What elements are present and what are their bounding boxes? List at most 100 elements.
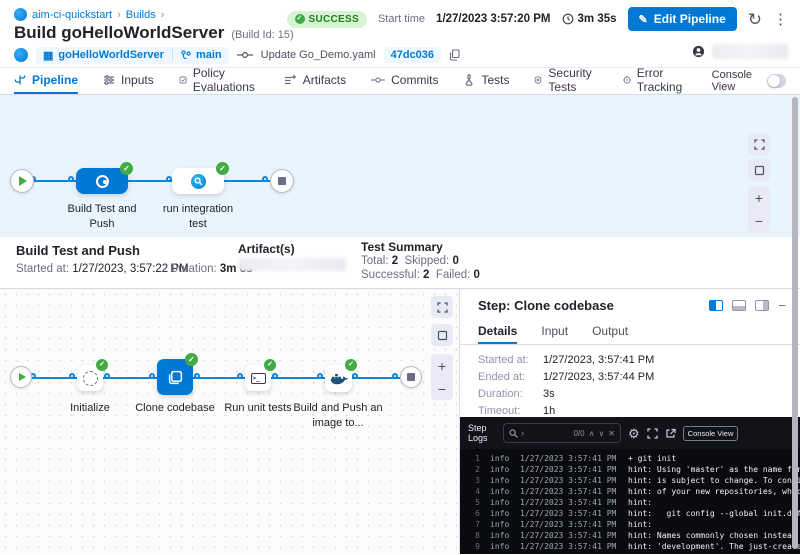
user-cluster xyxy=(692,44,788,59)
step-end-node xyxy=(400,366,422,388)
detail-row: Duration:3s xyxy=(478,388,782,400)
page-scrollbar[interactable] xyxy=(792,97,799,553)
log-external-link-icon[interactable] xyxy=(665,428,676,439)
stage-label[interactable]: run integration test xyxy=(153,202,243,232)
artifacts-icon xyxy=(284,74,297,86)
breadcrumb-builds[interactable]: Builds xyxy=(126,9,156,21)
artifacts-label: Artifact(s) xyxy=(238,242,295,256)
stage-node-run-integration-test[interactable]: ✓ xyxy=(172,168,224,194)
step-graph-canvas[interactable]: ✓ ✓ >_ ✓ ✓ Initialize Clone codebase Run… xyxy=(0,289,460,554)
play-icon xyxy=(19,373,26,381)
success-badge-icon: ✓ xyxy=(216,162,229,175)
tab-error-tracking[interactable]: Error Tracking xyxy=(623,68,687,94)
log-line: 4info1/27/2023 3:57:41 PMhint: of your n… xyxy=(460,486,800,497)
tab-inputs[interactable]: Inputs xyxy=(103,68,154,94)
copy-icon[interactable] xyxy=(449,49,460,61)
branch-icon xyxy=(181,50,191,61)
step-node-initialize[interactable]: ✓ xyxy=(77,365,103,391)
tab-input[interactable]: Input xyxy=(541,319,568,344)
tab-pipeline[interactable]: Pipeline xyxy=(14,68,78,94)
detail-row: Started at:1/27/2023, 3:57:41 PM xyxy=(478,354,782,366)
repo-row: ▦ goHelloWorldServer main Update Go_Demo… xyxy=(14,46,460,64)
title-row: Build goHelloWorldServer (Build Id: 15) xyxy=(14,23,294,43)
success-badge-icon: ✓ xyxy=(264,359,276,371)
step-node-build-and-push[interactable]: ✓ xyxy=(325,365,352,392)
pencil-icon: ✎ xyxy=(639,13,648,26)
log-search-box[interactable]: › 0/0 ∧ ∨ ✕ xyxy=(503,423,621,443)
minimize-panel-icon[interactable]: − xyxy=(778,299,786,312)
stop-icon xyxy=(407,373,415,381)
step-label[interactable]: Clone codebase xyxy=(130,401,220,416)
zoom-in-button[interactable]: + xyxy=(748,186,770,209)
zoom-out-button[interactable]: − xyxy=(431,377,453,400)
clock-icon xyxy=(562,13,574,25)
log-settings-gear-icon[interactable]: ⚙ xyxy=(628,427,640,440)
log-search-input[interactable] xyxy=(527,428,561,438)
breadcrumb-project[interactable]: aim-ci-quickstart xyxy=(32,9,112,21)
search-next-icon[interactable]: ∨ xyxy=(598,429,604,438)
pipeline-start-node xyxy=(10,169,34,193)
layout-right-icon[interactable] xyxy=(755,300,769,311)
status-badge: ✓ SUCCESS xyxy=(287,11,367,28)
search-match-count: 0/0 xyxy=(573,429,584,438)
target-icon xyxy=(623,74,631,86)
tab-commits[interactable]: Commits xyxy=(371,68,438,94)
success-badge-icon: ✓ xyxy=(185,353,198,366)
zoom-out-button[interactable]: − xyxy=(748,209,770,232)
step-detail-rows: Started at:1/27/2023, 3:57:41 PM Ended a… xyxy=(460,345,800,417)
stage-graph-canvas[interactable]: ✓ ✓ Build Test and Push run integration … xyxy=(0,95,800,237)
kebab-menu-icon[interactable]: ⋮ xyxy=(773,12,788,27)
tab-output[interactable]: Output xyxy=(592,319,628,344)
step-label[interactable]: Build and Push an image to... xyxy=(293,401,383,431)
log-fullscreen-icon[interactable] xyxy=(647,428,658,439)
console-view-button[interactable]: Console View xyxy=(683,426,739,441)
step-node-clone-codebase[interactable]: ✓ xyxy=(157,359,193,395)
check-icon: ✓ xyxy=(295,14,305,24)
chevron-right-icon: › xyxy=(117,9,121,21)
panel-layout-controls: − xyxy=(709,299,786,312)
detail-row: Ended at:1/27/2023, 3:57:44 PM xyxy=(478,371,782,383)
inputs-icon xyxy=(103,74,115,86)
layout-split-right-icon[interactable] xyxy=(709,300,723,311)
build-tabbar: Pipeline Inputs Policy Evaluations Artif… xyxy=(0,68,800,95)
layout-bottom-icon[interactable] xyxy=(732,300,746,311)
user-icon xyxy=(692,45,705,58)
tab-security-tests[interactable]: Security Tests xyxy=(534,68,597,94)
tab-artifacts[interactable]: Artifacts xyxy=(284,68,346,94)
edit-pipeline-button[interactable]: ✎ Edit Pipeline xyxy=(628,7,737,31)
tab-tests[interactable]: Tests xyxy=(463,68,509,94)
fit-to-view-icon[interactable] xyxy=(748,159,770,181)
breadcrumb: aim-ci-quickstart › Builds › xyxy=(14,8,164,21)
fit-to-view-icon[interactable] xyxy=(431,324,453,346)
console-view-toggle[interactable] xyxy=(767,74,786,88)
expand-canvas-icon[interactable] xyxy=(431,296,453,318)
user-email-redacted xyxy=(712,44,788,59)
pipeline-end-node xyxy=(270,169,294,193)
step-node-run-unit-tests[interactable]: >_ ✓ xyxy=(245,365,271,391)
search-close-icon[interactable]: ✕ xyxy=(608,429,615,438)
log-line: 8info1/27/2023 3:57:41 PMhint: Names com… xyxy=(460,530,800,541)
pipeline-icon xyxy=(14,74,26,86)
repo-branch-chip[interactable]: ▦ goHelloWorldServer main xyxy=(36,47,229,64)
detail-row: Timeout:1h xyxy=(478,405,782,417)
stage-label[interactable]: Build Test and Push xyxy=(57,202,147,232)
scrollbar-thumb[interactable] xyxy=(792,97,798,549)
initialize-icon xyxy=(83,371,98,386)
step-panel-tabs: Details Input Output xyxy=(460,319,800,345)
start-time-label: Start time xyxy=(378,13,425,25)
step-label[interactable]: Run unit tests xyxy=(213,401,303,416)
tab-details[interactable]: Details xyxy=(478,319,517,344)
test-summary-line1: Total: 2 Skipped: 0 xyxy=(361,255,459,267)
step-panel-title: Step: Clone codebase xyxy=(478,298,614,313)
test-summary-line2: Successful: 2 Failed: 0 xyxy=(361,269,480,281)
stage-node-build-test-and-push[interactable]: ✓ xyxy=(76,168,128,194)
tab-policy-evaluations[interactable]: Policy Evaluations xyxy=(179,68,259,94)
refresh-icon[interactable]: ↻ xyxy=(748,11,762,28)
page-title: Build goHelloWorldServer xyxy=(14,23,224,43)
zoom-in-button[interactable]: + xyxy=(431,354,453,377)
commits-icon xyxy=(371,76,385,84)
commit-sha[interactable]: 47dc036 xyxy=(384,47,441,63)
expand-canvas-icon[interactable] xyxy=(748,133,770,155)
search-prev-icon[interactable]: ∧ xyxy=(589,429,595,438)
step-label[interactable]: Initialize xyxy=(50,401,130,416)
